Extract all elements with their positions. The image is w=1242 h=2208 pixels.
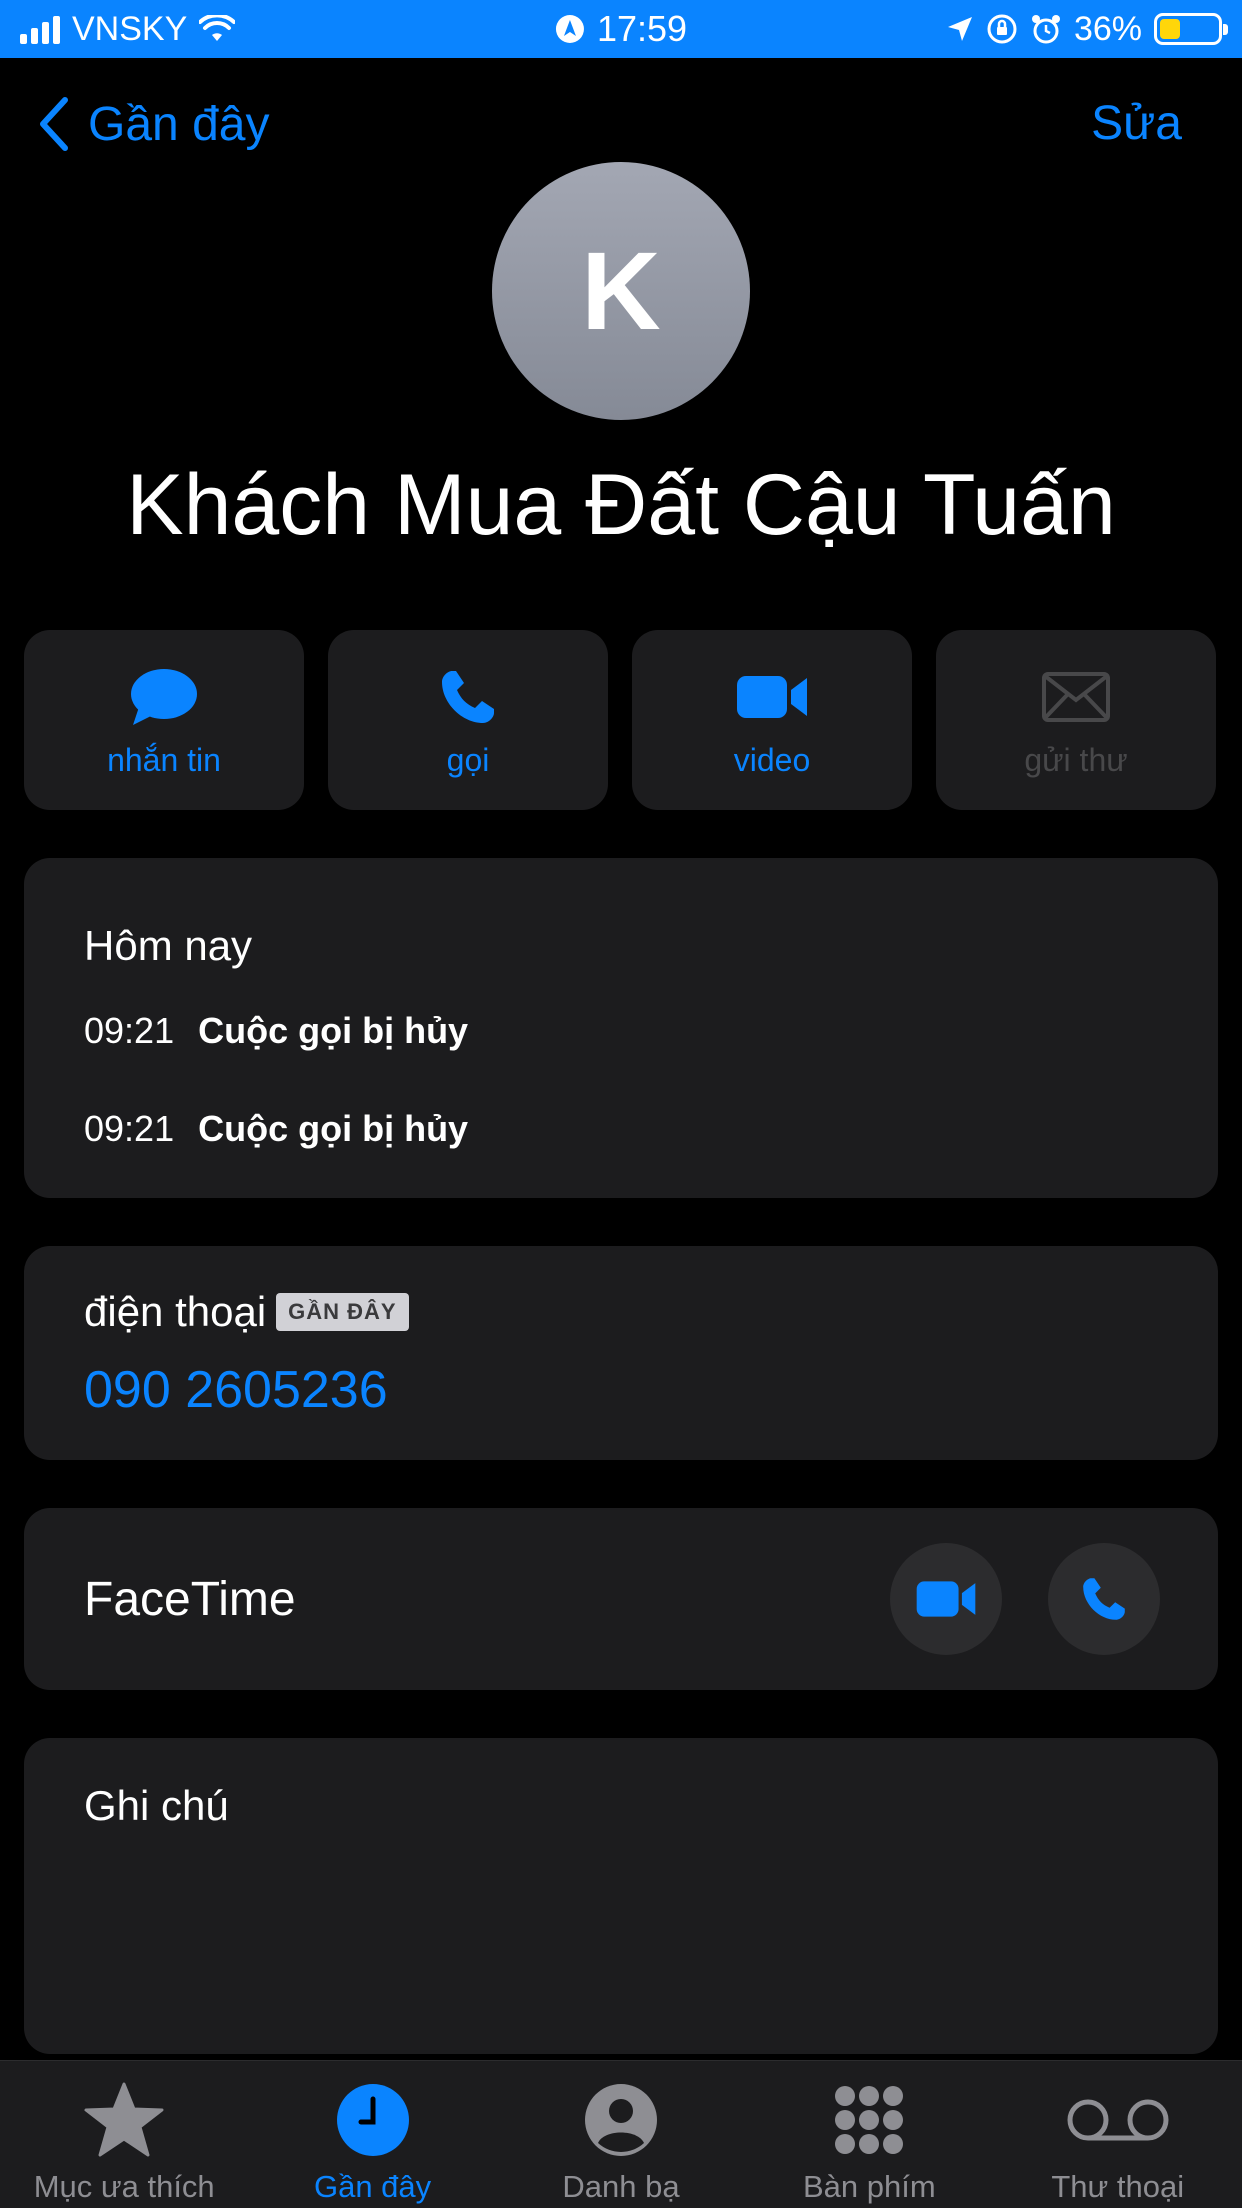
back-label: Gần đây — [88, 97, 270, 151]
facetime-audio-button[interactable] — [1048, 1543, 1160, 1655]
phone-number-link[interactable]: 090 2605236 — [84, 1360, 1158, 1420]
facetime-buttons — [890, 1543, 1160, 1655]
history-heading: Hôm nay — [84, 922, 253, 969]
tab-label: Thư thoại — [1051, 2169, 1185, 2204]
action-buttons: nhắn tin gọi video gửi thư — [24, 630, 1218, 810]
star-icon — [84, 2082, 164, 2157]
facetime-label: FaceTime — [84, 1572, 296, 1626]
facetime-card: FaceTime — [24, 1508, 1218, 1690]
keypad-icon — [835, 2086, 904, 2154]
status-left: VNSKY — [20, 9, 236, 49]
tab-recents[interactable]: Gần đây — [249, 2081, 497, 2205]
tab-label: Danh bạ — [562, 2169, 680, 2204]
contact-detail-screen: VNSKY 17:59 36% Gần đây Sửa K Khách Mua … — [0, 0, 1242, 2208]
back-button[interactable]: Gần đây — [36, 96, 269, 152]
notes-card[interactable]: Ghi chú — [24, 1738, 1218, 2054]
carrier-name: VNSKY — [72, 9, 188, 48]
phone-label-row: điện thoại GẦN ĐÂY — [84, 1288, 1158, 1336]
alarm-icon — [1031, 15, 1060, 44]
avatar-initial: K — [581, 229, 661, 353]
phone-label: điện thoại — [84, 1288, 267, 1335]
status-time: 17:59 — [596, 8, 688, 49]
video-button[interactable]: video — [632, 630, 912, 810]
recent-badge: GẦN ĐÂY — [276, 1293, 409, 1331]
battery-percent: 36% — [1073, 9, 1142, 48]
video-camera-icon — [737, 675, 807, 718]
call-button[interactable]: gọi — [328, 630, 608, 810]
call-history-card: Hôm nay 09:21 Cuộc gọi bị hủy 09:21 Cuộc… — [24, 858, 1218, 1198]
avatar[interactable]: K — [492, 162, 750, 420]
tab-label: Mục ưa thích — [33, 2169, 215, 2204]
tab-contacts[interactable]: Danh bạ — [497, 2081, 745, 2205]
edit-button[interactable]: Sửa — [1091, 96, 1182, 151]
mail-button[interactable]: gửi thư — [936, 630, 1216, 810]
message-label: nhắn tin — [107, 741, 221, 778]
phone-number-card[interactable]: điện thoại GẦN ĐÂY 090 2605236 — [24, 1246, 1218, 1460]
tab-bar: Mục ưa thích Gần đây Danh bạ Bàn phím Th… — [0, 2060, 1242, 2208]
cellular-signal-icon — [20, 14, 60, 44]
rotation-lock-icon — [987, 14, 1017, 44]
history-event: Cuộc gọi bị hủy — [198, 1108, 469, 1149]
message-bubble-icon — [131, 668, 197, 725]
phone-icon — [1083, 1578, 1125, 1620]
notes-label: Ghi chú — [84, 1782, 229, 1829]
message-button[interactable]: nhắn tin — [24, 630, 304, 810]
status-right: 36% — [946, 9, 1228, 49]
tab-favorites[interactable]: Mục ưa thích — [0, 2081, 248, 2205]
contact-name: Khách Mua Đất Cậu Tuấn — [126, 457, 1116, 553]
voicemail-icon — [1067, 2099, 1169, 2141]
history-row: 09:21 Cuộc gọi bị hủy — [84, 1000, 1158, 1098]
video-camera-icon — [916, 1581, 976, 1617]
mail-label: gửi thư — [1024, 741, 1128, 778]
status-center: 17:59 — [555, 8, 687, 50]
history-time: 09:21 — [84, 1010, 175, 1051]
envelope-icon — [1042, 671, 1110, 722]
history-time: 09:21 — [84, 1108, 175, 1149]
history-event: Cuộc gọi bị hủy — [198, 1010, 469, 1051]
location-arrow-icon — [947, 17, 972, 41]
tab-label: Bàn phím — [803, 2169, 936, 2204]
wifi-icon — [199, 15, 236, 41]
call-label: gọi — [446, 741, 490, 778]
video-label: video — [733, 741, 811, 778]
tab-keypad[interactable]: Bàn phím — [745, 2081, 993, 2205]
facetime-video-button[interactable] — [890, 1543, 1002, 1655]
chevron-left-icon — [40, 97, 68, 151]
phone-icon — [442, 670, 494, 723]
history-row: 09:21 Cuộc gọi bị hủy — [84, 1098, 1158, 1196]
clock-icon — [336, 2084, 409, 2156]
person-circle-icon — [584, 2084, 657, 2156]
status-bar: VNSKY 17:59 36% — [0, 0, 1242, 58]
navigation-status-icon — [555, 15, 584, 43]
battery-icon — [1154, 13, 1228, 45]
tab-label: Gần đây — [313, 2169, 432, 2204]
tab-voicemail[interactable]: Thư thoại — [994, 2081, 1242, 2205]
